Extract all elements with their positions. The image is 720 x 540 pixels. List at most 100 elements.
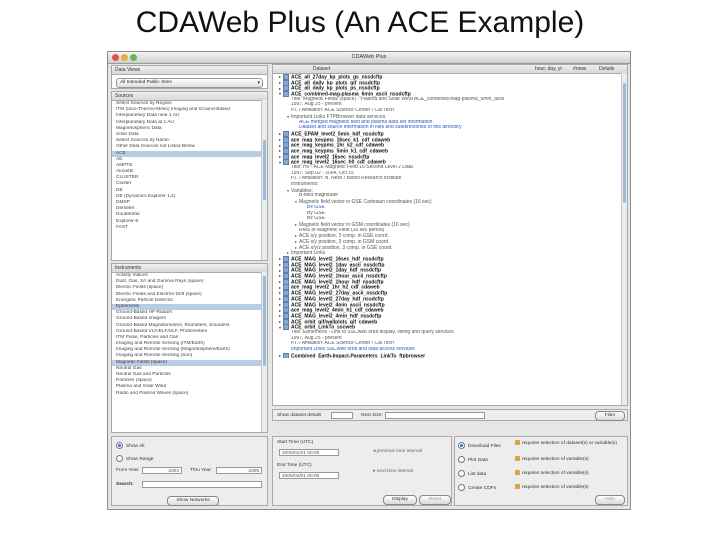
list-note-text: requires selection of variable(s) — [522, 470, 589, 476]
next-size-field[interactable] — [385, 412, 485, 419]
plot-label: Plot Data — [468, 457, 488, 463]
data-views-selected: All Intended Public Sites — [120, 80, 172, 85]
show-all-label: Show All — [126, 443, 145, 449]
plot-option[interactable]: Plot Data — [458, 456, 488, 463]
tree-row-text: P.I. / Affiliation: ACE Science Center /… — [291, 341, 394, 347]
actions-panel: Download Files Plot Data List data Creat… — [454, 436, 628, 506]
tree-row-text: Bz GSE — [307, 216, 325, 222]
tree-scrollbar[interactable] — [621, 73, 627, 405]
plot-radio[interactable] — [458, 456, 465, 463]
info-icon — [515, 456, 520, 461]
time-filter-panel: Show All Show Range From Year: 2004 Thru… — [111, 436, 268, 506]
download-option[interactable]: Download Files — [458, 442, 501, 449]
list-label: List data — [468, 471, 487, 477]
previous-interval-label: previous time interval — [376, 449, 423, 454]
show-range-label: Show Range — [126, 456, 154, 462]
end-time-field[interactable]: 2005/04/01 00:00 — [279, 472, 339, 479]
download-label: Download Files — [468, 443, 501, 449]
tree-row-text: Combined_Earth-Impact-Parameters_LinkTo_… — [291, 353, 426, 359]
from-year-label: From Year: — [116, 468, 140, 473]
instruments-list: Activity Indices Dust, Gas, X/r and Gamma… — [112, 273, 267, 397]
previous-interval-button[interactable]: ◂ previous time interval — [373, 449, 422, 454]
to-year-label: Thru Year: — [190, 468, 213, 473]
tree-row-text: 1997, Aug 25 - present — [291, 335, 342, 341]
plot-note: requires selection of variable(s) — [515, 456, 589, 462]
instruments-scrollbar[interactable] — [261, 272, 267, 432]
end-time-label: End Time (UTC) — [277, 463, 312, 468]
slide-title: CDAWeb Plus (An ACE Example) — [135, 6, 585, 39]
tree-row-text: ACE merged magnetic field and plasma dat… — [299, 119, 433, 125]
display-button[interactable]: Display — [383, 495, 417, 505]
col-details[interactable]: Details — [599, 65, 614, 73]
cdf-label: Create CDFs — [468, 485, 496, 491]
info-icon — [515, 470, 520, 475]
help-button[interactable]: Help — [595, 495, 625, 505]
info-icon — [515, 484, 520, 489]
tree-column-header: Dataset hour, day, yr #rows Details — [273, 65, 627, 74]
show-all-radio[interactable] — [116, 442, 123, 449]
dataset-row[interactable]: ▸ Combined_Earth-Impact-Parameters_LinkTo… — [273, 352, 627, 359]
sources-header: Sources — [112, 92, 267, 101]
show-range-radio[interactable] — [116, 455, 123, 462]
data-views-select[interactable]: All Intended Public Sites ▾ — [116, 78, 263, 88]
dataset-icon — [283, 352, 289, 359]
tree-row-text: Title: Magnetic Fields (space) - Plasma … — [291, 96, 505, 102]
next-size-label: Next Size: — [361, 413, 383, 418]
source-list-item[interactable]: FAST — [112, 225, 267, 231]
tree-row-text: P.I. / Affiliation: N. Ness / Bartol Res… — [291, 176, 402, 182]
col-hour[interactable]: hour, day, yr — [535, 65, 562, 73]
from-year-field[interactable]: 2004 — [142, 467, 182, 474]
tree-row-text: Instruments: — [291, 182, 319, 188]
dataset-tree-panel: Dataset hour, day, yr #rows Details ▸ ACE… — [272, 64, 628, 406]
tree-row-text: Bx GSE — [307, 204, 325, 210]
data-views-panel: Data Views All Intended Public Sites ▾ — [111, 65, 268, 89]
app-window: CDAWeb Plus Data Views All Intended Publ… — [107, 51, 631, 510]
chevron-down-icon: ▾ — [257, 80, 260, 86]
tree-row-text: Title: Ephemeris - Link to SSCweb orbit … — [291, 329, 454, 335]
tree-row-text: 1997, Aug 25 - present — [291, 102, 342, 108]
show-range-option[interactable]: Show Range — [116, 455, 153, 462]
reset-button[interactable]: Reset — [419, 495, 451, 505]
tree-row-text: Title: H0 - ACE Magnetic Field 16-Second… — [291, 165, 413, 170]
cdf-radio[interactable] — [458, 484, 465, 491]
sources-list: Select Sources by Region: ITM (Iono-Therm… — [112, 101, 267, 231]
instruments-panel: Instruments Activity Indices Dust, Gas, X… — [111, 263, 268, 433]
cdf-note-text: requires selection of variable(s) — [522, 484, 589, 490]
show-details-select[interactable] — [331, 412, 353, 419]
instruments-header: Instruments — [112, 264, 267, 273]
tree-row-text: RMS of Magnetic Field (16 sec period) — [299, 227, 385, 233]
show-details-label: Show dataset details — [277, 413, 322, 418]
search-label: Search: — [116, 482, 134, 487]
filter-bar: Show dataset details Next Size: Filter — [272, 409, 628, 421]
next-interval-button[interactable]: ▸ next time interval — [373, 469, 413, 474]
list-option[interactable]: List data — [458, 470, 486, 477]
sources-panel: Sources Select Sources by Region: ITM (Io… — [111, 91, 268, 261]
start-time-label: Start Time (UTC) — [277, 440, 314, 445]
data-views-header: Data Views — [112, 66, 267, 75]
time-range-panel: Start Time (UTC) 2005/01/01 00:00 End Ti… — [272, 436, 452, 506]
col-dataset[interactable]: Dataset — [313, 65, 330, 73]
tree-row-text: B-field magnitude — [299, 193, 338, 199]
tree-row-text: P.I. / Affiliation: ACE Science Center /… — [291, 108, 394, 114]
tree-row-text: By GSE — [307, 210, 325, 216]
list-note: requires selection of variable(s) — [515, 470, 589, 476]
sources-scrollbar[interactable] — [261, 100, 267, 260]
plot-note-text: requires selection of variable(s) — [522, 456, 589, 462]
title-bar: CDAWeb Plus — [108, 52, 630, 64]
search-input[interactable] — [142, 481, 262, 488]
to-year-field[interactable]: 2005 — [216, 467, 262, 474]
instrument-list-item[interactable]: Radio and Plasma Waves (space) — [112, 391, 267, 397]
cdf-note: requires selection of variable(s) — [515, 484, 589, 490]
tree-rows: ▸ ACE_all_27day_kp_plots_gs_nssdcftp ▸ ACE_… — [273, 74, 627, 359]
show-all-option[interactable]: Show All — [116, 442, 144, 449]
cdf-option[interactable]: Create CDFs — [458, 484, 496, 491]
start-time-field[interactable]: 2005/01/01 00:00 — [279, 449, 339, 456]
col-rows[interactable]: #rows — [573, 65, 586, 73]
next-interval-label: next time interval — [376, 469, 414, 474]
list-radio[interactable] — [458, 470, 465, 477]
download-note: requires selection of dataset(s) or vari… — [515, 440, 623, 446]
show-networks-button[interactable]: Show Networks — [167, 496, 219, 506]
tree-row-text: 1997, Sep 02 - 2004, Oct 15 — [291, 170, 354, 176]
download-radio[interactable] — [458, 442, 465, 449]
filter-button[interactable]: Filter — [595, 411, 625, 421]
